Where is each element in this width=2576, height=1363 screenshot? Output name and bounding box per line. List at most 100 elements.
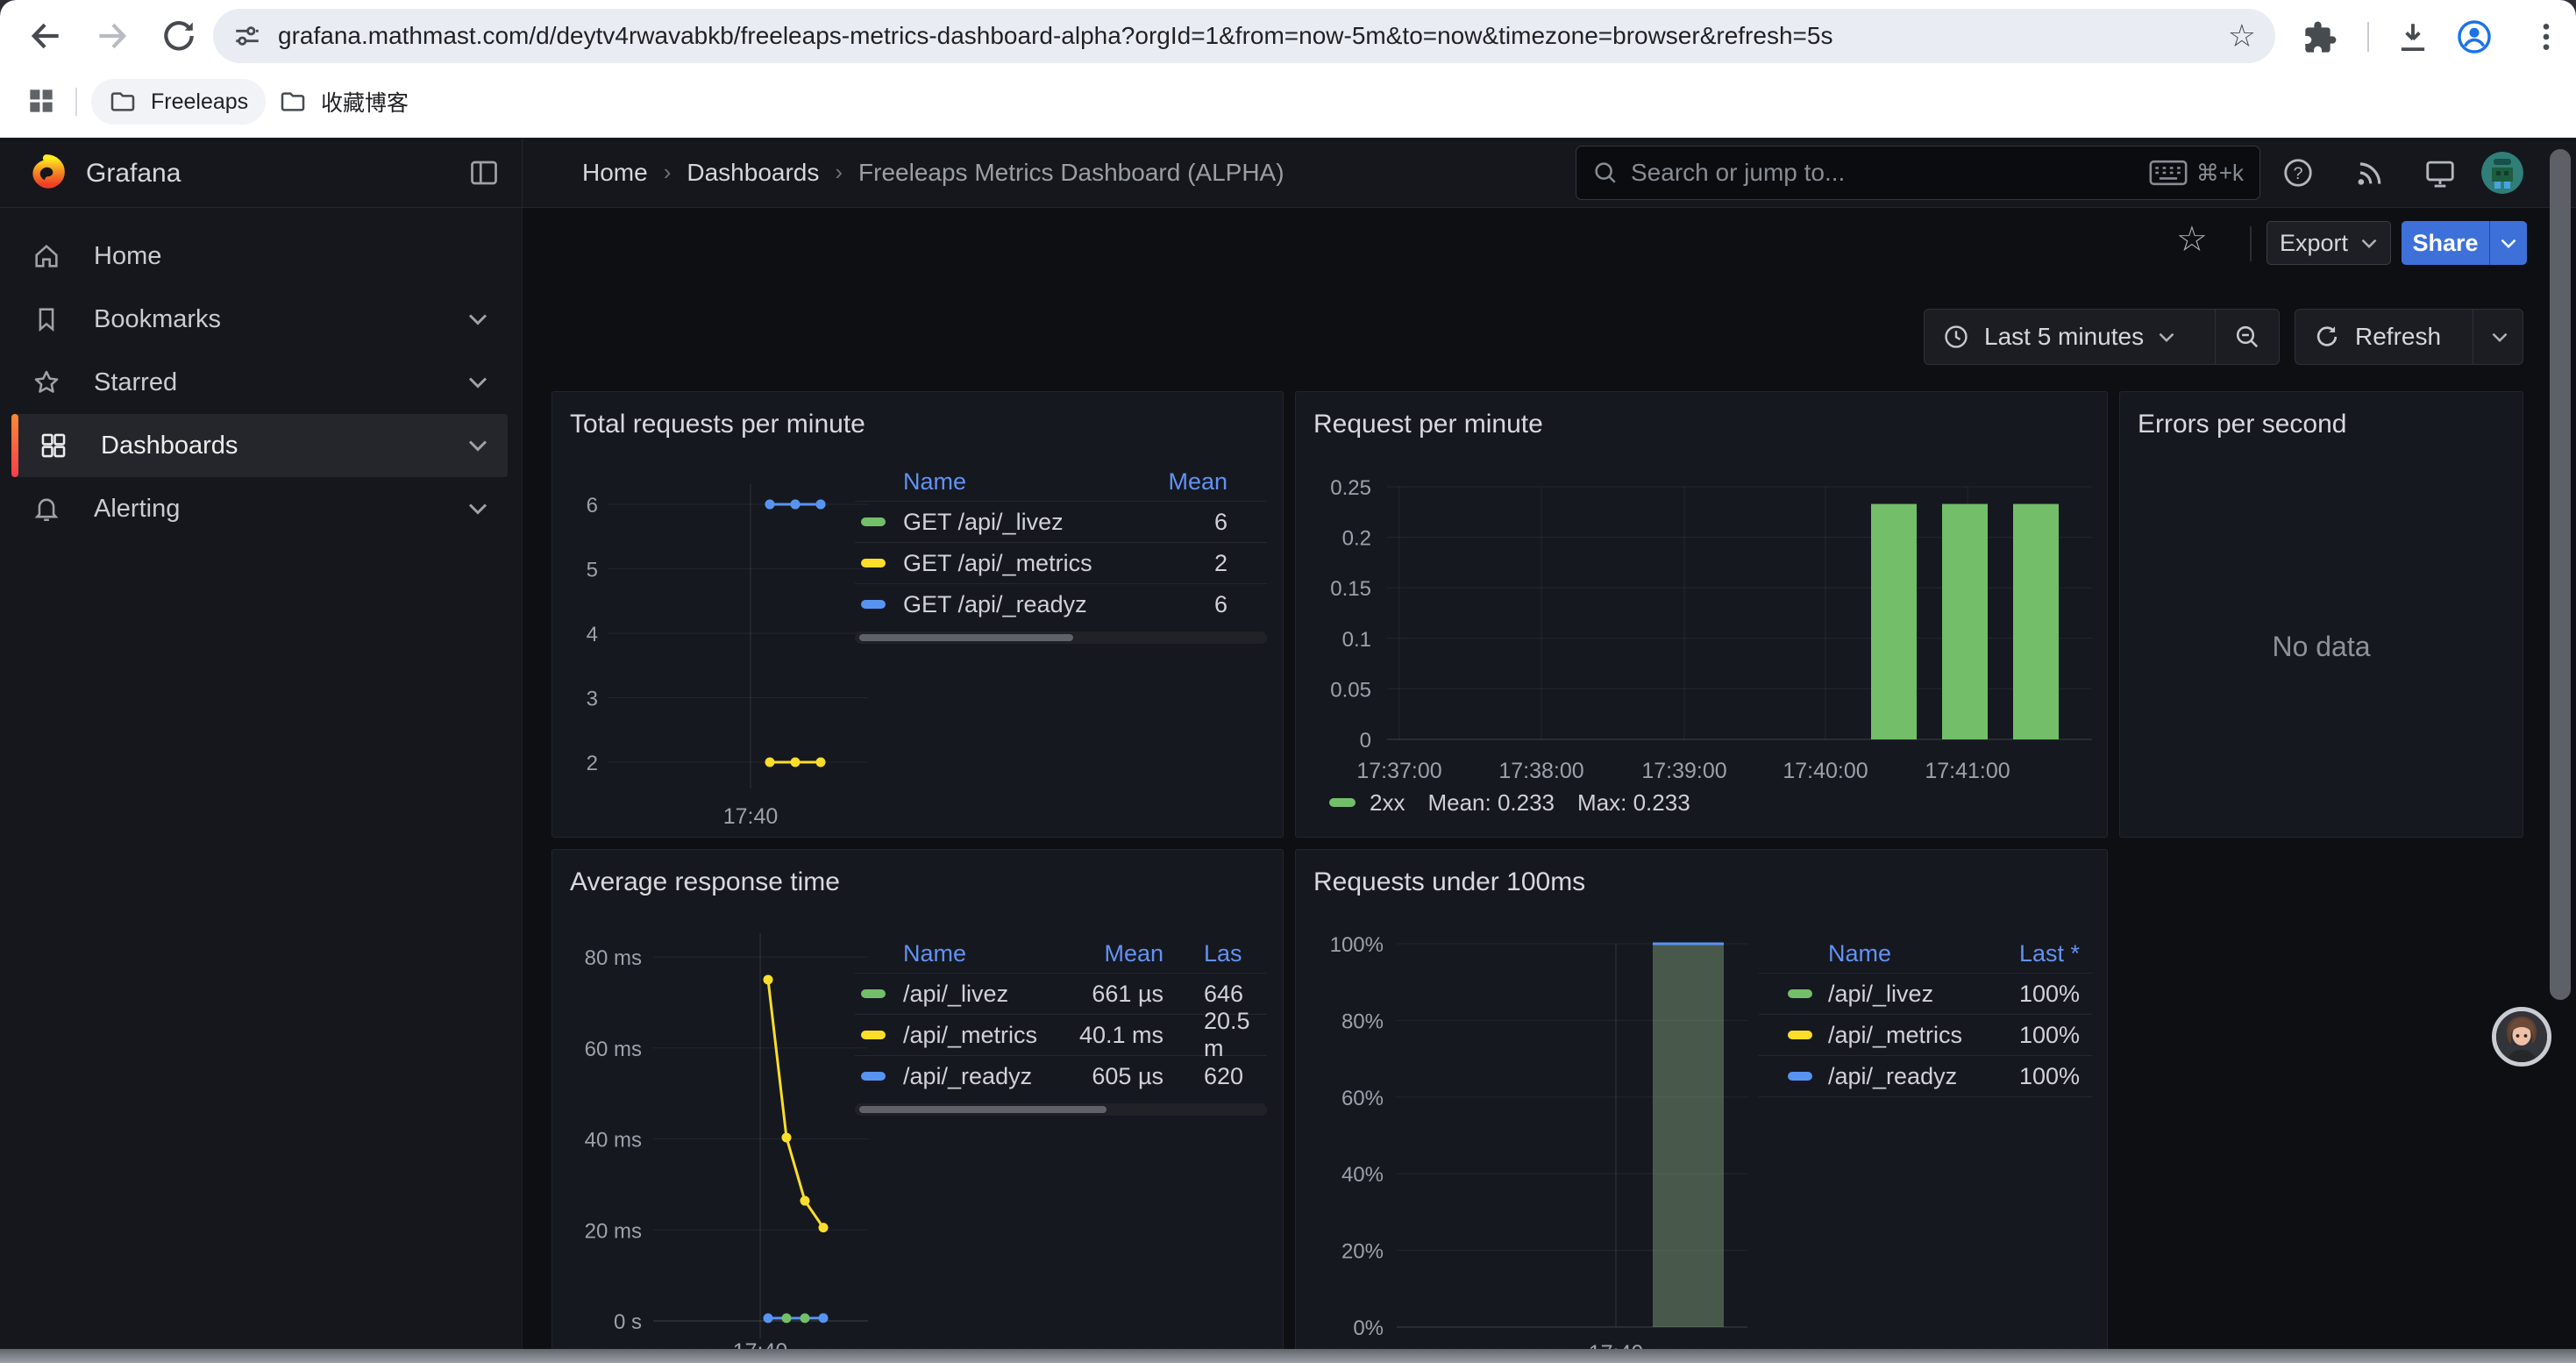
data-point — [765, 500, 775, 510]
scrollbar-thumb[interactable] — [859, 634, 1073, 641]
time-range-picker[interactable]: Last 5 minutes — [1925, 310, 2215, 364]
bar-fill — [1653, 944, 1724, 1327]
toolbar-divider — [2367, 22, 2369, 52]
download-icon[interactable] — [2395, 19, 2431, 56]
series-color-pill[interactable] — [861, 517, 886, 526]
sidebar-item-bookmarks[interactable]: Bookmarks — [11, 288, 508, 351]
series-name[interactable]: GET /api/_livez — [903, 509, 1214, 536]
legend-row: GET /api/_metrics2 — [855, 542, 1267, 583]
panel-title[interactable]: Average response time — [570, 867, 840, 897]
grafana-top-nav: Grafana Home › Dashboards › Freeleaps Me… — [0, 138, 2576, 208]
series-name[interactable]: /api/_readyz — [1828, 1063, 2019, 1090]
share-menu-button[interactable] — [2489, 221, 2527, 265]
refresh-button[interactable]: Refresh — [2295, 310, 2473, 364]
apps-grid-icon[interactable] — [25, 84, 58, 118]
chevron-down-icon[interactable] — [467, 375, 488, 389]
series-color-pill[interactable] — [1788, 1031, 1812, 1039]
series-color-pill[interactable] — [1788, 989, 1812, 998]
chevron-down-icon[interactable] — [467, 439, 488, 453]
search-input[interactable]: Search or jump to... ⌘+k — [1576, 146, 2260, 200]
extensions-icon[interactable] — [2302, 20, 2338, 55]
data-point — [816, 500, 826, 510]
series-name[interactable]: /api/_livez — [903, 981, 1050, 1008]
folder-icon — [109, 88, 137, 116]
axis-tick-label: 17:40 — [723, 804, 779, 829]
bar — [1871, 504, 1917, 739]
sidebar-item-dashboards[interactable]: Dashboards — [11, 414, 508, 477]
series-name[interactable]: /api/_metrics — [1828, 1022, 2019, 1049]
sidebar-item-starred[interactable]: Starred — [11, 351, 508, 414]
series-color-pill[interactable] — [1788, 1072, 1812, 1081]
export-button[interactable]: Export — [2266, 221, 2391, 265]
series-color-pill[interactable] — [861, 600, 886, 609]
data-point — [791, 500, 801, 510]
panel-title[interactable]: Request per minute — [1313, 410, 1543, 439]
browser-chrome: grafana.mathmast.com/d/deytv4rwavabkb/fr… — [0, 0, 2576, 138]
axis-tick-label: 20 ms — [585, 1219, 642, 1243]
breadcrumb-dashboards[interactable]: Dashboards — [687, 159, 819, 187]
vertical-scrollbar[interactable] — [2550, 149, 2571, 1000]
floating-assistant-avatar[interactable] — [2492, 1007, 2551, 1067]
user-avatar[interactable] — [2481, 152, 2523, 194]
panel-title[interactable]: Errors per second — [2138, 410, 2346, 439]
sidebar-item-alerting[interactable]: Alerting — [11, 477, 508, 540]
help-icon[interactable]: ? — [2281, 156, 2315, 189]
search-placeholder: Search or jump to... — [1631, 159, 2149, 187]
axis-tick-label: 0% — [1353, 1317, 1384, 1340]
series-name[interactable]: /api/_readyz — [903, 1063, 1050, 1090]
chevron-down-icon[interactable] — [467, 312, 488, 326]
panel-title[interactable]: Requests under 100ms — [1313, 867, 1585, 897]
chevron-down-icon[interactable] — [467, 502, 488, 516]
series-name[interactable]: /api/_livez — [1828, 981, 2019, 1008]
favorite-star-button[interactable]: ☆ — [2176, 219, 2208, 260]
series-name[interactable]: /api/_metrics — [903, 1022, 1050, 1049]
search-icon — [1592, 160, 1619, 186]
series-color-pill[interactable] — [861, 1072, 886, 1081]
series-color-pill[interactable] — [861, 989, 886, 998]
reload-icon[interactable] — [160, 17, 198, 55]
axis-tick-label: 0 — [1360, 729, 1371, 753]
refresh-icon — [2313, 323, 2341, 351]
refresh-interval-menu[interactable] — [2473, 310, 2526, 364]
series-color-pill[interactable] — [861, 559, 886, 567]
axis-tick-label: 17:38:00 — [1498, 759, 1583, 783]
legend-row: GET /api/_livez6 — [855, 501, 1267, 542]
series-name[interactable]: 2xx — [1370, 789, 1405, 817]
share-button[interactable]: Share — [2402, 221, 2489, 265]
axis-tick-label: 60% — [1341, 1087, 1384, 1110]
site-settings-icon[interactable] — [232, 21, 262, 51]
panel-title[interactable]: Total requests per minute — [570, 410, 865, 439]
series-mean: 6 — [1214, 509, 1267, 536]
series-color-pill[interactable] — [1329, 798, 1356, 807]
bookmarks-bar: Freeleaps 收藏博客 — [0, 72, 2576, 133]
legend-row: /api/_readyz100% — [1759, 1055, 2092, 1096]
series-color-pill[interactable] — [861, 1031, 886, 1039]
back-icon[interactable] — [26, 17, 65, 55]
data-point — [765, 500, 775, 510]
series-name[interactable]: GET /api/_readyz — [903, 591, 1214, 618]
scrollbar-thumb[interactable] — [859, 1106, 1107, 1113]
series-last: 100% — [2019, 981, 2092, 1008]
forward-icon[interactable] — [93, 17, 132, 55]
bookmark-star-icon[interactable]: ☆ — [2228, 18, 2256, 54]
axis-tick-label: 0 s — [614, 1310, 642, 1334]
news-rss-icon[interactable] — [2353, 156, 2387, 189]
breadcrumb-home[interactable]: Home — [582, 159, 648, 187]
grafana-logo[interactable] — [25, 151, 68, 195]
monitor-icon[interactable] — [2423, 156, 2457, 189]
horizontal-scrollbar[interactable] — [0, 1349, 2576, 1363]
profile-avatar-icon[interactable] — [2455, 18, 2494, 56]
data-point — [819, 1223, 829, 1232]
axis-tick-label: 80% — [1341, 1010, 1384, 1033]
series-name[interactable]: GET /api/_metrics — [903, 550, 1214, 577]
chrome-menu-icon[interactable] — [2529, 19, 2564, 54]
mega-menu-toggle-icon[interactable] — [468, 157, 500, 189]
bookmark-folder-freeleaps[interactable]: Freeleaps — [91, 79, 266, 125]
panel-average-response-time: Average response time 80 ms60 ms40 ms20 … — [551, 849, 1284, 1363]
sidebar-item-home[interactable]: Home — [11, 225, 508, 288]
zoom-out-button[interactable] — [2215, 310, 2279, 364]
legend-divider — [1759, 1096, 2092, 1097]
url-bar[interactable]: grafana.mathmast.com/d/deytv4rwavabkb/fr… — [213, 9, 2275, 63]
axis-tick-label: 4 — [587, 623, 598, 646]
bookmark-folder-blogs[interactable]: 收藏博客 — [261, 79, 426, 125]
